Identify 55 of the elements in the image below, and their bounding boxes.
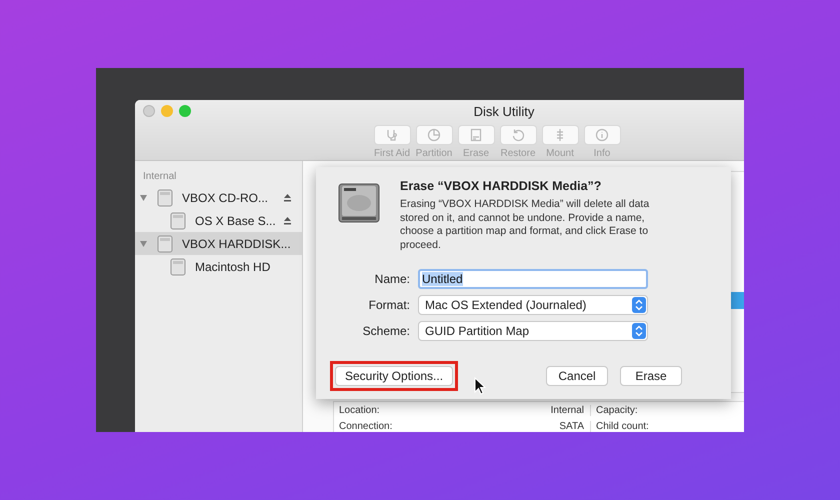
sidebar-item[interactable]: VBOX HARDDISK... [135, 232, 302, 255]
info-icon [595, 128, 609, 142]
stethoscope-icon [385, 128, 399, 142]
toolbar-label: Partition [416, 148, 452, 159]
info-value: SATA [539, 420, 591, 432]
dialog-message: Erasing “VBOX HARDDISK Media” will delete all data stored on it, and cannot be undone. Provide a name, choose a partition map and format, and click Erase to proceed. [400, 198, 650, 252]
toolbar-button[interactable] [584, 125, 620, 145]
disk-eraser-icon [469, 128, 483, 142]
disclosure-triangle-icon[interactable] [139, 239, 148, 248]
up-down-arrows-icon [632, 296, 646, 312]
mouse-pointer-icon [474, 377, 486, 395]
drive-icon [157, 234, 173, 252]
sidebar-item[interactable]: Macintosh HD [135, 255, 302, 278]
hard-drive-icon [338, 183, 380, 223]
info-label: Location: [339, 404, 381, 416]
toolbar-label: Mount [546, 148, 574, 159]
field-label: Name: [374, 272, 410, 286]
drive-icon [170, 212, 186, 230]
popup-menu[interactable]: Mac OS Extended (Journaled) [418, 294, 648, 314]
minimize-icon[interactable] [161, 105, 173, 117]
toolbar-label: Info [594, 148, 610, 159]
field-label: Scheme: [362, 324, 410, 338]
sidebar-item[interactable]: OS X Base S... [135, 209, 302, 232]
popup-menu[interactable]: GUID Partition Map [418, 320, 648, 340]
sidebar-section-heading: Internal [142, 171, 178, 182]
toolbar-button[interactable] [542, 125, 578, 145]
up-down-arrows-icon [632, 322, 646, 338]
toolbar-label: Restore [500, 148, 536, 159]
dialog-title: Erase “VBOX HARDDISK Media”? [400, 179, 602, 193]
circular-arrow-icon [511, 128, 525, 142]
eject-icon[interactable] [283, 193, 292, 202]
info-value: Internal [539, 404, 591, 416]
toolbar-label: First Aid [374, 148, 410, 159]
info-label: Capacity: [595, 404, 638, 416]
sidebar-item[interactable]: VBOX CD-RO... [135, 186, 302, 209]
eject-icon[interactable] [283, 216, 292, 225]
toolbar-button[interactable] [500, 125, 536, 145]
window-title: Disk Utility [474, 104, 534, 119]
pie-icon [427, 128, 441, 142]
toolbar-label: Erase [462, 148, 490, 159]
zoom-icon[interactable] [179, 105, 191, 117]
toolbar-button[interactable] [458, 125, 494, 145]
info-label: Connection: [339, 420, 394, 432]
name-field[interactable]: Untitled [418, 268, 648, 288]
disclosure-triangle-icon[interactable] [139, 193, 148, 202]
field-label: Format: [368, 298, 410, 312]
toolbar-button[interactable] [416, 125, 452, 145]
dialog-button[interactable]: Cancel [546, 366, 608, 386]
close-icon[interactable] [143, 105, 155, 117]
security-options-button[interactable]: Security Options... [335, 366, 454, 386]
info-label: Child count: [595, 420, 649, 432]
dialog-button[interactable]: Erase [620, 366, 682, 386]
toolbar-button[interactable] [374, 125, 410, 145]
drive-icon [170, 258, 186, 276]
drive-icon [157, 188, 173, 206]
